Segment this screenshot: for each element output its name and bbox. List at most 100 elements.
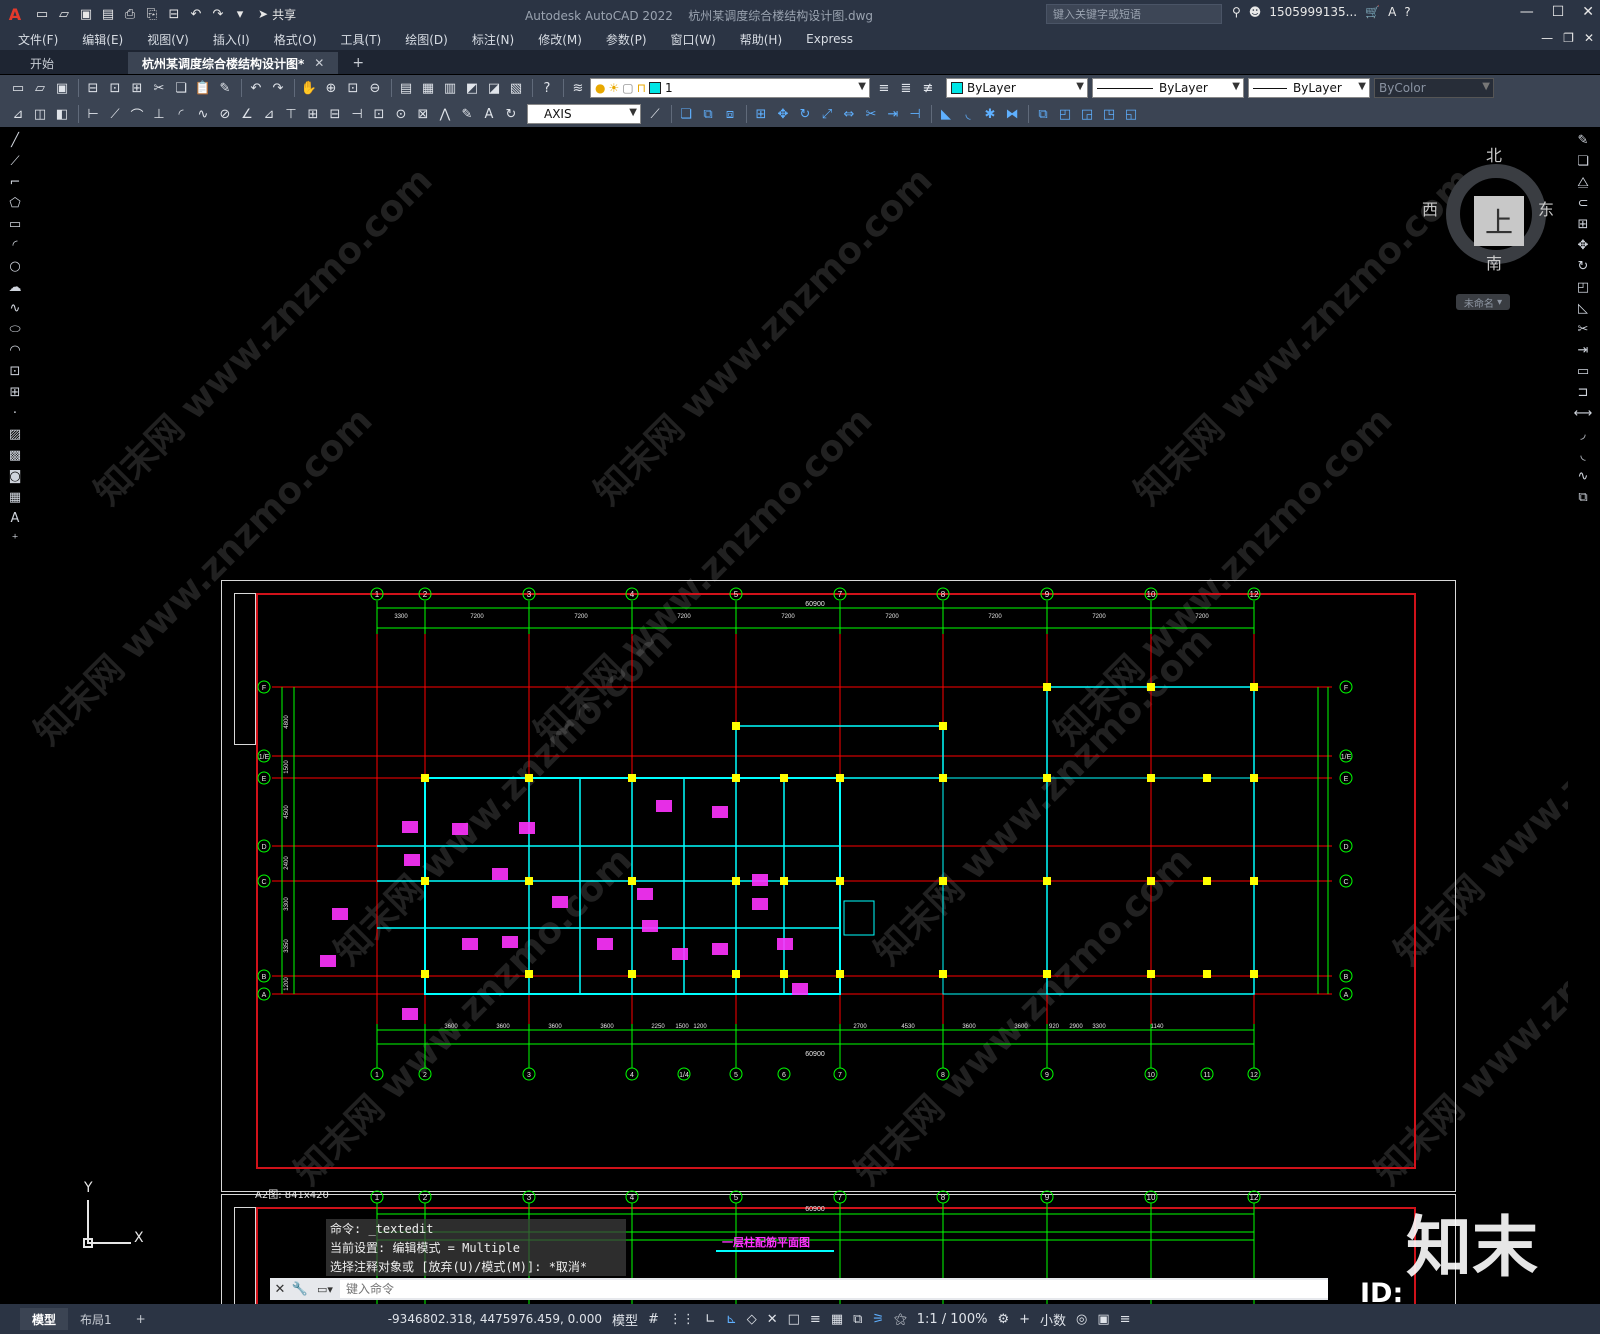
snap-icon[interactable]: ⋮⋮ (669, 1312, 695, 1327)
settings-icon[interactable]: ⚙ (997, 1312, 1009, 1327)
autocad-logo-icon[interactable]: A (0, 0, 30, 28)
units-readout[interactable]: 小数 (1040, 1310, 1066, 1329)
extend-icon[interactable]: ⇥ (883, 104, 903, 124)
design-center-icon[interactable]: ▦ (418, 78, 438, 98)
zoom-realtime-icon[interactable]: ⊕ (321, 78, 341, 98)
drawing-canvas[interactable]: 知末网 www.znzmo.com 知末网 www.znzmo.com 知末网 … (32, 128, 1568, 1304)
autoscale-icon[interactable]: ⚝ (894, 1312, 907, 1327)
polar-icon[interactable]: ⊾ (726, 1312, 737, 1327)
help-icon[interactable]: ? (537, 78, 557, 98)
break-icon[interactable]: ⊣ (905, 104, 925, 124)
mirror-icon[interactable]: ⧉ (698, 104, 718, 124)
array-icon[interactable]: ⊞ (1572, 214, 1594, 235)
hatch-back-icon[interactable]: ◱ (1121, 104, 1141, 124)
plotstyle-combo[interactable]: ByColor ▼ (1374, 78, 1494, 98)
draworder-icon[interactable]: ⧉ (1033, 104, 1053, 124)
point-icon[interactable]: · (4, 403, 26, 424)
text-front-icon[interactable]: ◳ (1099, 104, 1119, 124)
dim-update-icon[interactable]: ↻ (501, 104, 521, 124)
revcloud-icon[interactable]: ☁ (4, 277, 26, 298)
tab-layout1[interactable]: 布局1 (68, 1308, 124, 1330)
paste-icon[interactable]: 📋 (193, 78, 213, 98)
plot-preview-icon[interactable]: ⊡ (105, 78, 125, 98)
clean-screen-icon[interactable]: ▣ (1097, 1312, 1109, 1327)
copy-icon[interactable]: ❏ (171, 78, 191, 98)
ellipse-arc-icon[interactable]: ◠ (4, 340, 26, 361)
isodraft-icon[interactable]: ◇ (747, 1312, 757, 1327)
mirror-icon[interactable]: ⧋ (1572, 172, 1594, 193)
match-properties-icon[interactable]: ✎ (215, 78, 235, 98)
menu-dimension[interactable]: 标注(N) (472, 31, 514, 48)
dim-continue-icon[interactable]: ⊞ (303, 104, 323, 124)
redo-icon[interactable]: ↷ (208, 4, 228, 24)
bring-front-icon[interactable]: ◰ (1055, 104, 1075, 124)
break-icon[interactable]: ⊐ (1572, 382, 1594, 403)
plus-icon[interactable]: + (1019, 1312, 1030, 1327)
menu-draw[interactable]: 绘图(D) (405, 31, 448, 48)
inspection-icon[interactable]: ⊠ (413, 104, 433, 124)
properties-icon[interactable]: ▤ (396, 78, 416, 98)
arc-icon[interactable]: ◜ (4, 235, 26, 256)
coordinate-readout[interactable]: -9346802.318, 4475976.459, 0.000 (388, 1312, 602, 1326)
dim-radius-icon[interactable]: ◜ (171, 104, 191, 124)
insert-block-icon[interactable]: ⊡ (4, 361, 26, 382)
move-icon[interactable]: ✥ (1572, 235, 1594, 256)
save-icon[interactable]: ▣ (76, 4, 96, 24)
export-icon[interactable]: ⎙ (120, 4, 140, 24)
plot-icon[interactable]: ⎘ (142, 4, 162, 24)
layer-previous-icon[interactable]: ≣ (896, 78, 916, 98)
tolerance-icon[interactable]: ⊡ (369, 104, 389, 124)
explode-icon[interactable]: ⧉ (1572, 487, 1594, 508)
quick-dim-icon[interactable]: ⊿ (259, 104, 279, 124)
send-back-icon[interactable]: ◲ (1077, 104, 1097, 124)
offset-icon[interactable]: ⧈ (720, 104, 740, 124)
tab-close-icon[interactable]: ✕ (314, 56, 324, 70)
pan-icon[interactable]: ✋ (299, 78, 319, 98)
menu-window[interactable]: 窗口(W) (671, 31, 716, 48)
model-space-toggle[interactable]: 模型 (612, 1310, 638, 1329)
selection-cycling-icon[interactable]: ⧉ (853, 1312, 862, 1327)
plot-icon[interactable]: ⊟ (83, 78, 103, 98)
save-as-icon[interactable]: ▤ (98, 4, 118, 24)
new-icon[interactable]: ▭ (8, 78, 28, 98)
extend-icon[interactable]: ⇥ (1572, 340, 1594, 361)
sheet-set-icon[interactable]: ◩ (462, 78, 482, 98)
layer-match-icon[interactable]: ⊿ (8, 104, 28, 124)
move-icon[interactable]: ✥ (773, 104, 793, 124)
a360-icon[interactable]: A (1388, 5, 1396, 19)
stretch-icon[interactable]: ⇔ (839, 104, 859, 124)
new-file-icon[interactable]: ▭ (32, 4, 52, 24)
region-icon[interactable]: ◙ (4, 466, 26, 487)
table-icon[interactable]: ▦ (4, 487, 26, 508)
scale-readout[interactable]: 1:1 / 100% (917, 1312, 988, 1327)
fillet-icon[interactable]: ◟ (1572, 445, 1594, 466)
explode-icon[interactable]: ✱ (980, 104, 1000, 124)
menu-file[interactable]: 文件(F) (18, 31, 58, 48)
dim-break-icon[interactable]: ⊣ (347, 104, 367, 124)
user-name[interactable]: 1505999135... (1269, 5, 1357, 19)
redo-icon[interactable]: ↷ (268, 78, 288, 98)
layer-change-icon[interactable]: ◫ (30, 104, 50, 124)
rotate-icon[interactable]: ↻ (795, 104, 815, 124)
user-icon[interactable]: ☻ (1249, 5, 1262, 19)
make-current-icon[interactable]: ≡ (874, 78, 894, 98)
tool-palettes-icon[interactable]: ▥ (440, 78, 460, 98)
hatch-icon[interactable]: ▨ (4, 424, 26, 445)
tab-start[interactable]: 开始 (16, 52, 68, 74)
join-icon[interactable]: ⧓ (1002, 104, 1022, 124)
blend-curves-icon[interactable]: ∿ (1572, 466, 1594, 487)
grid-icon[interactable]: # (648, 1312, 659, 1327)
annotation-scale-icon[interactable]: ⚞ (872, 1312, 884, 1327)
dim-baseline-icon[interactable]: ⊤ (281, 104, 301, 124)
lineweight-combo[interactable]: ByLayer ▼ (1248, 78, 1370, 98)
dim-aligned-icon[interactable]: ⟋ (105, 104, 125, 124)
dim-angular-icon[interactable]: ∠ (237, 104, 257, 124)
copy-object-icon[interactable]: ❏ (676, 104, 696, 124)
construction-line-icon[interactable]: ⟋ (4, 151, 26, 172)
gradient-icon[interactable]: ▩ (4, 445, 26, 466)
menu-view[interactable]: 视图(V) (147, 31, 189, 48)
zoom-previous-icon[interactable]: ⊖ (365, 78, 385, 98)
menu-format[interactable]: 格式(O) (274, 31, 317, 48)
close-icon[interactable]: ✕ (1582, 4, 1594, 20)
scale-icon[interactable]: ◰ (1572, 277, 1594, 298)
